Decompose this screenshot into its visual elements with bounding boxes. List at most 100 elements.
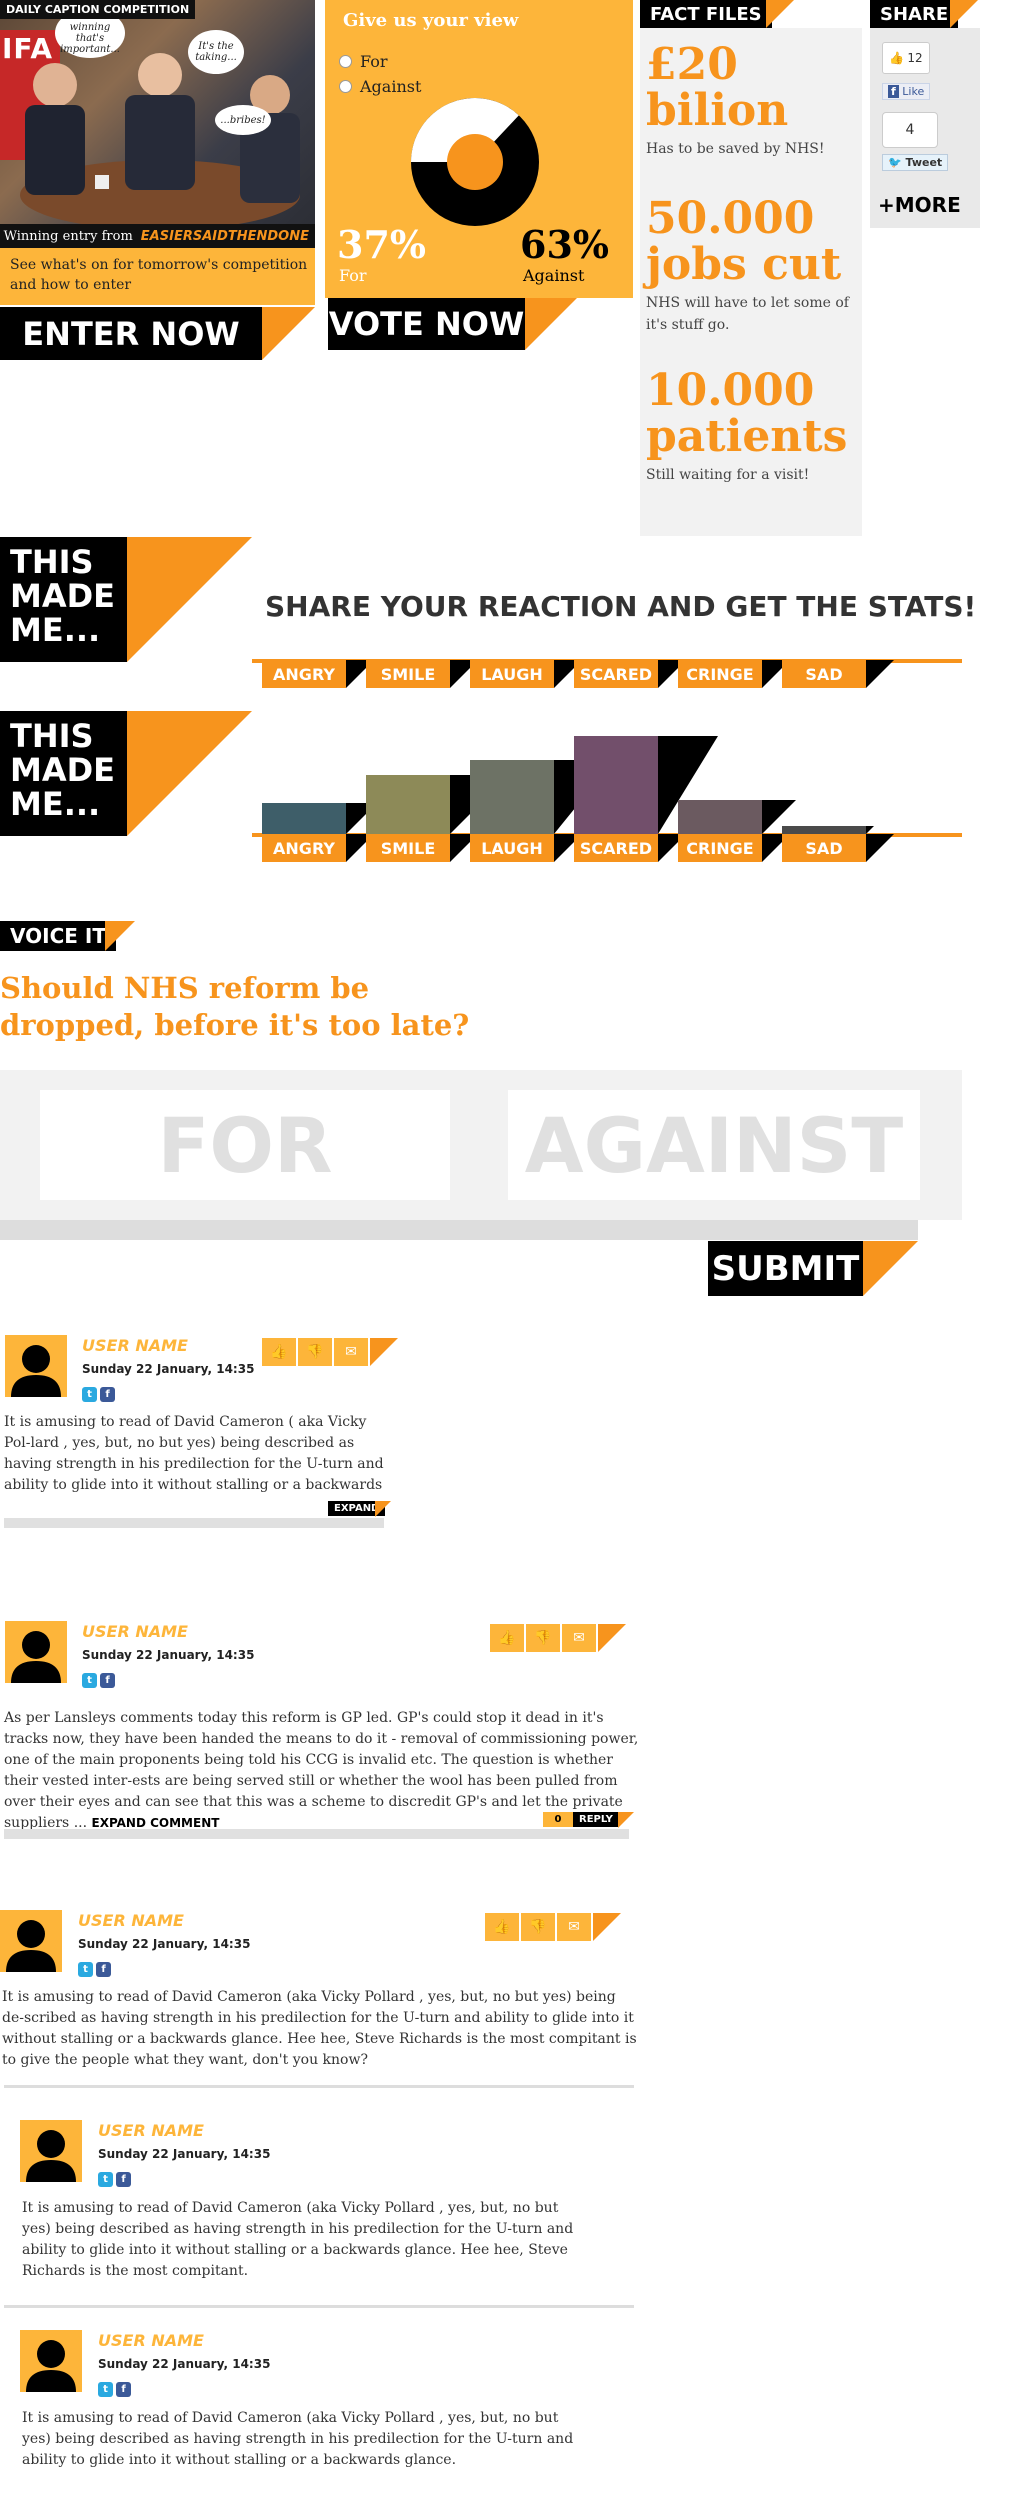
reaction-button-cringe[interactable]: CRINGE: [678, 834, 762, 862]
reply-count: 0: [543, 1812, 573, 1827]
reaction-stat-bar: [366, 775, 450, 834]
twitter-icon[interactable]: t: [82, 1387, 97, 1402]
reaction-stat-bar: [574, 736, 658, 834]
reaction-button-scared[interactable]: SCARED: [574, 834, 658, 862]
twitter-icon[interactable]: t: [98, 2382, 113, 2397]
radio-against[interactable]: [339, 80, 352, 93]
facebook-like-button[interactable]: f Like: [882, 83, 931, 100]
tweet-button[interactable]: 🐦 Tweet: [882, 154, 949, 171]
radio-for[interactable]: [339, 55, 352, 68]
reaction-button-scared[interactable]: SCARED: [574, 660, 658, 688]
reaction-button-sad[interactable]: SAD: [782, 834, 866, 862]
comment-username[interactable]: USER NAME: [98, 2331, 204, 2350]
donut-hole: [447, 134, 503, 190]
reaction-button-smile[interactable]: SMILE: [366, 660, 450, 688]
thumbs-up-icon[interactable]: 👍: [485, 1913, 519, 1941]
caption-competition: IFA It's not the winning that's importan…: [0, 0, 315, 305]
poll-option-for[interactable]: For: [339, 52, 388, 71]
caption-photo: IFA It's not the winning that's importan…: [0, 0, 315, 248]
fact-files-corner: [766, 0, 794, 28]
question-line: dropped, before it's too late?: [0, 1008, 470, 1042]
poll-title: Give us your view: [343, 10, 519, 31]
comment-date: Sunday 22 January, 14:35: [78, 1937, 251, 1951]
expand-comment-link[interactable]: EXPAND COMMENT: [92, 1816, 220, 1830]
fact-files-panel: £20 bilion Has to be saved by NHS! 50.00…: [640, 28, 862, 536]
for-vote-button[interactable]: FOR: [40, 1090, 450, 1200]
badge-line: THIS: [10, 717, 94, 755]
twitter-icon[interactable]: t: [82, 1673, 97, 1688]
flag-icon[interactable]: ✉: [562, 1624, 596, 1652]
comment: USER NAME Sunday 22 January, 14:35 tf 👍 👎…: [0, 1905, 640, 2095]
badge-line: MADE: [10, 577, 116, 615]
poll-option-against-label: Against: [360, 77, 422, 96]
reaction-button-laugh[interactable]: LAUGH: [470, 834, 554, 862]
flag-icon[interactable]: ✉: [557, 1913, 591, 1941]
against-percentage: 63%: [520, 222, 609, 267]
thumbs-down-icon[interactable]: 👎: [521, 1913, 555, 1941]
thumbs-down-icon[interactable]: 👎: [526, 1624, 560, 1652]
like-label: Like: [902, 85, 925, 98]
facebook-icon[interactable]: f: [116, 2382, 131, 2397]
submit-button[interactable]: SUBMIT: [708, 1241, 863, 1296]
actions-corner: [593, 1913, 621, 1941]
comment-divider: [4, 1518, 384, 1528]
for-label: For: [339, 266, 367, 285]
badge-line: ME...: [10, 785, 101, 823]
thumbs-up-icon[interactable]: 👍: [262, 1338, 296, 1366]
this-made-me-badge: THIS MADE ME...: [0, 711, 127, 836]
reaction-button-corner: [866, 834, 894, 862]
reply-button[interactable]: REPLY: [573, 1812, 619, 1827]
comment-username[interactable]: USER NAME: [78, 1911, 184, 1930]
against-vote-button[interactable]: AGAINST: [508, 1090, 920, 1200]
facebook-icon[interactable]: f: [100, 1673, 115, 1688]
fact-description: NHS will have to let some of it's stuff …: [646, 295, 849, 333]
enter-now-button[interactable]: ENTER NOW: [0, 307, 262, 360]
submit-corner: [863, 1241, 918, 1296]
twitter-icon[interactable]: t: [78, 1962, 93, 1977]
comment: USER NAME Sunday 22 January, 14:35 tf 👍 👎…: [0, 1616, 640, 1846]
poll-option-against[interactable]: Against: [339, 77, 421, 96]
comment-username[interactable]: USER NAME: [82, 1622, 188, 1641]
comment-date: Sunday 22 January, 14:35: [82, 1362, 255, 1376]
thumbs-up-icon: 👍: [889, 51, 905, 65]
more-share-button[interactable]: +MORE: [878, 193, 961, 217]
facebook-icon[interactable]: f: [96, 1962, 111, 1977]
vote-now-button[interactable]: VOTE NOW: [328, 298, 525, 350]
avatar: [5, 1621, 67, 1683]
comment-social-icons: tf: [98, 2167, 134, 2187]
fact-item: £20 bilion Has to be saved by NHS!: [646, 42, 856, 160]
voice-question: Should NHS reform be dropped, before it'…: [0, 970, 469, 1044]
fact-item: 10.000 patients Still waiting for a visi…: [646, 368, 858, 486]
facebook-icon[interactable]: f: [116, 2172, 131, 2187]
against-label: Against: [523, 266, 585, 285]
voice-it-header: VOICE IT: [0, 921, 116, 951]
flag-icon[interactable]: ✉: [334, 1338, 368, 1366]
comment-actions: 👍 👎 ✉: [490, 1624, 598, 1652]
comment-username[interactable]: USER NAME: [98, 2121, 204, 2140]
thumbs-up-icon[interactable]: 👍: [490, 1624, 524, 1652]
reaction-button-angry[interactable]: ANGRY: [262, 660, 346, 688]
avatar: [20, 2120, 82, 2182]
reply-corner: [618, 1812, 634, 1828]
comment-date: Sunday 22 January, 14:35: [98, 2357, 271, 2371]
reaction-button-corner: [866, 660, 894, 688]
twitter-icon[interactable]: t: [98, 2172, 113, 2187]
reaction-stat-bar: [262, 803, 346, 834]
comment-actions: 👍 👎 ✉: [262, 1338, 370, 1366]
poll-option-for-label: For: [360, 52, 388, 71]
reaction-button-sad[interactable]: SAD: [782, 660, 866, 688]
reaction-button-angry[interactable]: ANGRY: [262, 834, 346, 862]
speech-bubble: ...bribes!: [215, 105, 271, 135]
comment-divider: [4, 2085, 634, 2088]
reaction-stat-bar: [470, 760, 554, 834]
enter-now-corner: [262, 307, 315, 360]
reaction-button-laugh[interactable]: LAUGH: [470, 660, 554, 688]
comment-username[interactable]: USER NAME: [82, 1336, 188, 1355]
thumbs-down-icon[interactable]: 👎: [298, 1338, 332, 1366]
facebook-icon[interactable]: f: [100, 1387, 115, 1402]
reaction-button-cringe[interactable]: CRINGE: [678, 660, 762, 688]
share-header: SHARE: [870, 0, 959, 28]
reaction-stat-bar-shadow: [866, 826, 874, 834]
reaction-button-smile[interactable]: SMILE: [366, 834, 450, 862]
for-percentage: 37%: [337, 222, 426, 267]
